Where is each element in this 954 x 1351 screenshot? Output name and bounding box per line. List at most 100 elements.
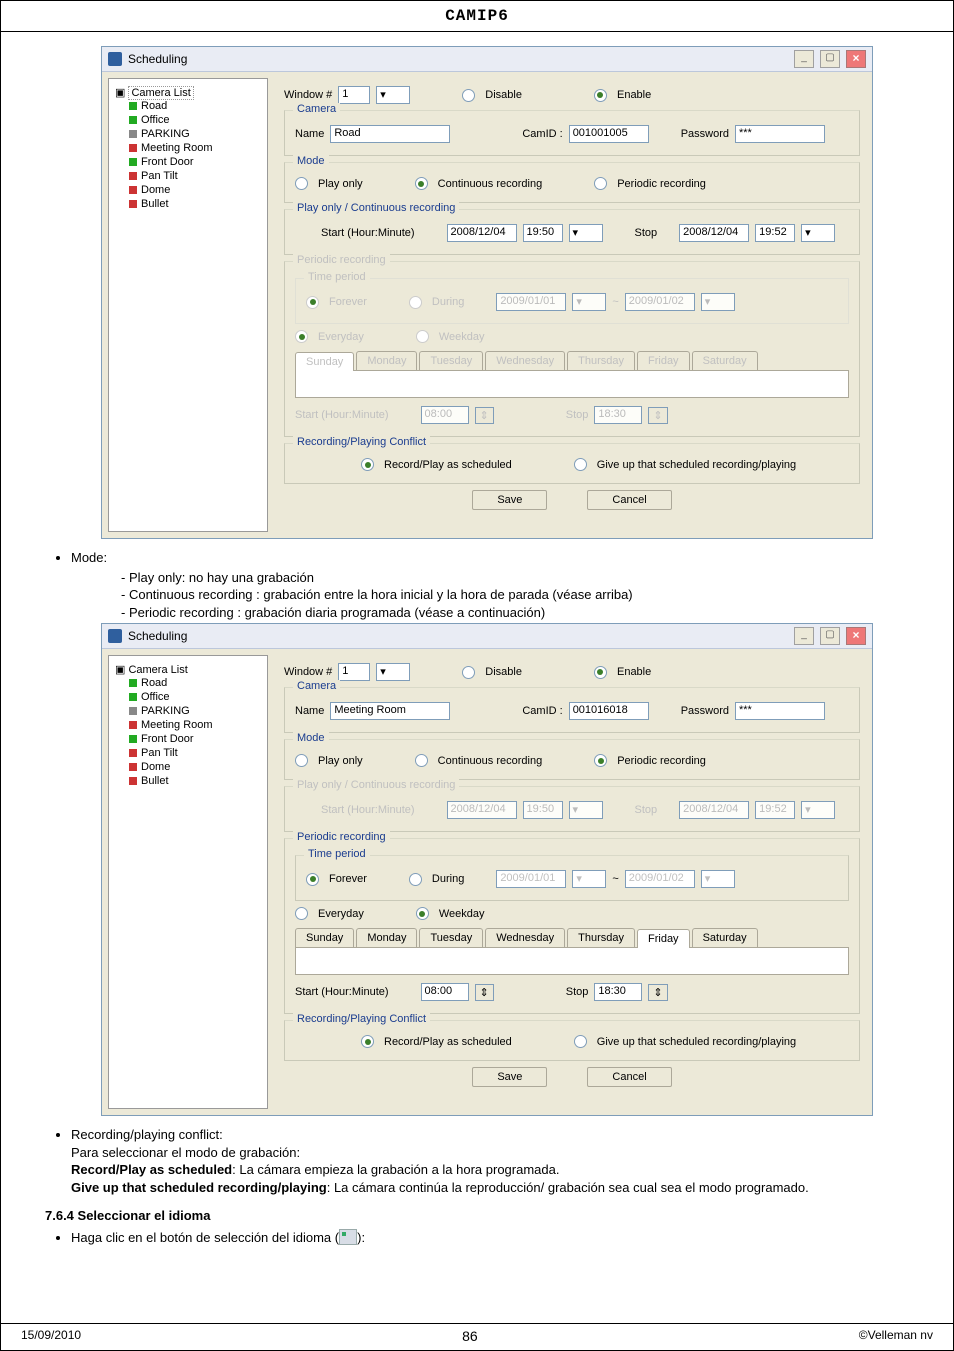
camera-tree[interactable]: ▣ Camera List Road Office PARKING Meetin… [108,655,268,1109]
disable-radio[interactable] [462,666,475,679]
hm-start-input: 08:00 [421,406,469,424]
tree-item[interactable]: Dome [129,183,263,197]
playonly-radio[interactable] [295,177,308,190]
tree-item[interactable]: Office [129,690,263,704]
tree-item[interactable]: Road [129,99,263,113]
start-time-input[interactable]: 19:50 [523,224,563,242]
day-tabs[interactable]: Sunday Monday Tuesday Wednesday Thursday… [295,928,849,947]
close-button[interactable]: × [846,50,866,68]
tree-item[interactable]: Front Door [129,732,263,746]
disable-label: Disable [485,89,522,101]
camera-tree[interactable]: ▣ Camera List Road Office PARKING Meetin… [108,78,268,532]
conflict-group-label: Recording/Playing Conflict [293,436,430,448]
maximize-button[interactable]: ▢ [820,627,840,645]
start-select[interactable]: ▾ [569,224,603,242]
record-as-sched-label: Record/Play as scheduled [384,459,512,471]
stop-time-input[interactable]: 19:52 [755,224,795,242]
periodic-radio[interactable] [594,177,607,190]
hm-start-spin[interactable]: ⇕ [475,984,494,1001]
tree-item[interactable]: Road [129,676,263,690]
tab-tuesday[interactable]: Tuesday [419,928,483,947]
cancel-button[interactable]: Cancel [587,1067,671,1087]
forever-label: Forever [329,296,367,308]
password-input[interactable]: *** [735,125,825,143]
lang-text-pre: Haga clic en el botón de selección del i… [71,1230,339,1245]
continuous-label: Continuous recording [438,755,543,767]
tree-root[interactable]: Camera List [128,86,193,100]
start-hm-label-2: Start (Hour:Minute) [295,986,389,998]
stop-label-2: Stop [566,986,589,998]
tab-monday[interactable]: Monday [356,928,417,947]
hm-stop-spin[interactable]: ⇕ [648,984,667,1001]
window-icon [108,52,122,66]
tree-item[interactable]: Pan Tilt [129,169,263,183]
cancel-button[interactable]: Cancel [587,490,671,510]
continuous-radio[interactable] [415,754,428,767]
rec-conflict-heading: Recording/playing conflict: [71,1127,223,1142]
tree-item[interactable]: PARKING [129,704,263,718]
record-as-sched-radio[interactable] [361,1035,374,1048]
everyday-radio[interactable] [295,907,308,920]
stop-select[interactable]: ▾ [801,224,835,242]
hm-stop-input[interactable]: 18:30 [594,983,642,1001]
window-icon [108,629,122,643]
giveup-radio[interactable] [574,458,587,471]
camid-input[interactable]: 001016018 [569,702,649,720]
tab-thursday[interactable]: Thursday [567,928,635,947]
tree-item[interactable]: Pan Tilt [129,746,263,760]
password-input[interactable]: *** [735,702,825,720]
save-button[interactable]: Save [472,1067,547,1087]
window-num-select[interactable]: ▾ [376,663,410,681]
stop-date-input[interactable]: 2008/12/04 [679,224,749,242]
during-radio[interactable] [409,873,422,886]
tree-item[interactable]: Dome [129,760,263,774]
start-date-input[interactable]: 2008/12/04 [447,224,517,242]
window-num-input[interactable]: 1 [338,86,370,104]
playonly-radio[interactable] [295,754,308,767]
minimize-button[interactable]: _ [794,50,814,68]
name-input[interactable]: Road [330,125,450,143]
hm-start-input[interactable]: 08:00 [421,983,469,1001]
tab-friday[interactable]: Friday [637,929,690,948]
hm-stop-input: 18:30 [594,406,642,424]
window-num-input[interactable]: 1 [338,663,370,681]
tree-root[interactable]: Camera List [128,664,187,676]
continuous-radio[interactable] [415,177,428,190]
close-button[interactable]: × [846,627,866,645]
tree-item[interactable]: Bullet [129,197,263,211]
tree-item[interactable]: Bullet [129,774,263,788]
minimize-button[interactable]: _ [794,627,814,645]
tree-item[interactable]: Front Door [129,155,263,169]
tab-sunday[interactable]: Sunday [295,928,354,947]
tree-item[interactable]: PARKING [129,127,263,141]
tab-saturday[interactable]: Saturday [692,928,758,947]
scheduling-window-1: Scheduling _ ▢ × ▣ Camera List Road Offi… [101,46,873,539]
periodic-radio[interactable] [594,754,607,767]
forever-radio[interactable] [306,873,319,886]
camera-group-label: Camera [293,680,340,692]
enable-radio[interactable] [594,666,607,679]
giveup-radio[interactable] [574,1035,587,1048]
language-icon [339,1229,357,1245]
tab-wednesday: Wednesday [485,351,565,370]
tab-wednesday[interactable]: Wednesday [485,928,565,947]
maximize-button[interactable]: ▢ [820,50,840,68]
giveup-label: Give up that scheduled recording/playing [597,1036,796,1048]
hm-stop-spin: ⇕ [648,407,667,424]
record-as-sched-radio[interactable] [361,458,374,471]
name-input[interactable]: Meeting Room [330,702,450,720]
enable-radio[interactable] [594,89,607,102]
disable-radio[interactable] [462,89,475,102]
tree-item[interactable]: Meeting Room [129,718,263,732]
scheduling-window-2: Scheduling _ ▢ × ▣ Camera List Road Offi… [101,623,873,1116]
tab-saturday: Saturday [692,351,758,370]
continuous-label: Continuous recording [438,178,543,190]
window-num-label: Window # [284,89,332,101]
tree-item[interactable]: Meeting Room [129,141,263,155]
window-num-select[interactable]: ▾ [376,86,410,104]
weekday-radio[interactable] [416,907,429,920]
save-button[interactable]: Save [472,490,547,510]
tree-item[interactable]: Office [129,113,263,127]
window-title: Scheduling [128,52,187,66]
camid-input[interactable]: 001001005 [569,125,649,143]
